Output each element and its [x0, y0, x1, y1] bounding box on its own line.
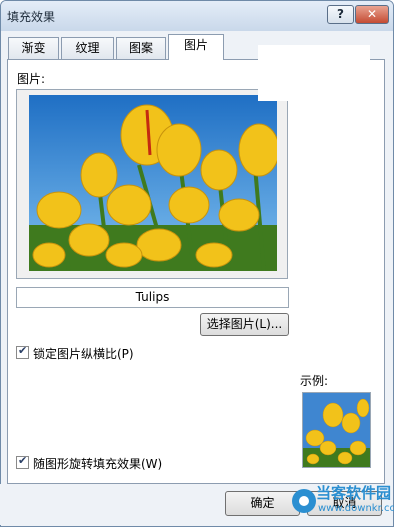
dialog-title: 填充效果	[7, 10, 56, 24]
picture-preview-frame	[16, 89, 288, 279]
ok-button[interactable]: 确定	[225, 491, 300, 516]
select-picture-button[interactable]: 选择图片(L)...	[200, 313, 289, 336]
title-bar: 填充效果 ? ✕	[1, 1, 393, 31]
checkmark-icon: ✔	[18, 454, 28, 467]
rotate-with-shape-label[interactable]: 随图形旋转填充效果(W)	[33, 455, 162, 472]
picture-preview-image	[29, 95, 277, 271]
close-button[interactable]: ✕	[355, 5, 389, 24]
help-button[interactable]: ?	[327, 5, 354, 24]
watermark-title: 当客软件园	[316, 484, 392, 502]
sample-label: 示例:	[300, 374, 329, 388]
watermark-band	[258, 45, 370, 101]
tab-picture[interactable]: 图片	[168, 34, 224, 60]
watermark-url: www.downkr.com	[318, 503, 394, 514]
tab-texture[interactable]: 纹理	[61, 37, 114, 59]
rotate-with-shape-checkbox[interactable]: ✔	[16, 454, 29, 469]
picture-name-field: Tulips	[16, 287, 289, 308]
checkmark-icon: ✔	[18, 344, 28, 357]
lock-aspect-checkbox[interactable]: ✔	[16, 344, 29, 359]
tab-pattern[interactable]: 图案	[116, 37, 166, 59]
sample-preview-frame	[302, 392, 371, 468]
picture-section-label: 图片:	[17, 72, 46, 86]
tab-gradient[interactable]: 渐变	[8, 37, 59, 59]
sample-preview-image	[303, 393, 370, 467]
lock-aspect-label[interactable]: 锁定图片纵横比(P)	[33, 345, 134, 362]
